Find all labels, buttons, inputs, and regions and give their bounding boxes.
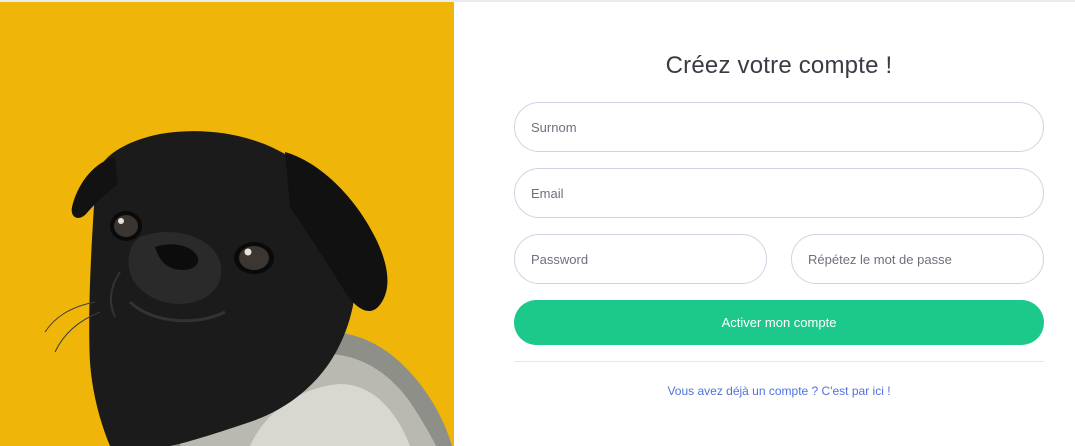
pug-illustration (0, 2, 454, 446)
login-link[interactable]: Vous avez déjà un compte ? C'est par ici… (514, 384, 1044, 398)
repeat-password-input[interactable] (791, 234, 1044, 284)
page-title: Créez votre compte ! (665, 52, 893, 79)
surname-input[interactable] (514, 102, 1044, 152)
password-input[interactable] (514, 234, 767, 284)
activate-account-button[interactable]: Activer mon compte (514, 300, 1044, 345)
register-form: Créez votre compte ! Activer mon compte … (454, 2, 1075, 446)
divider (514, 361, 1044, 362)
pug-image (0, 2, 454, 446)
email-input[interactable] (514, 168, 1044, 218)
